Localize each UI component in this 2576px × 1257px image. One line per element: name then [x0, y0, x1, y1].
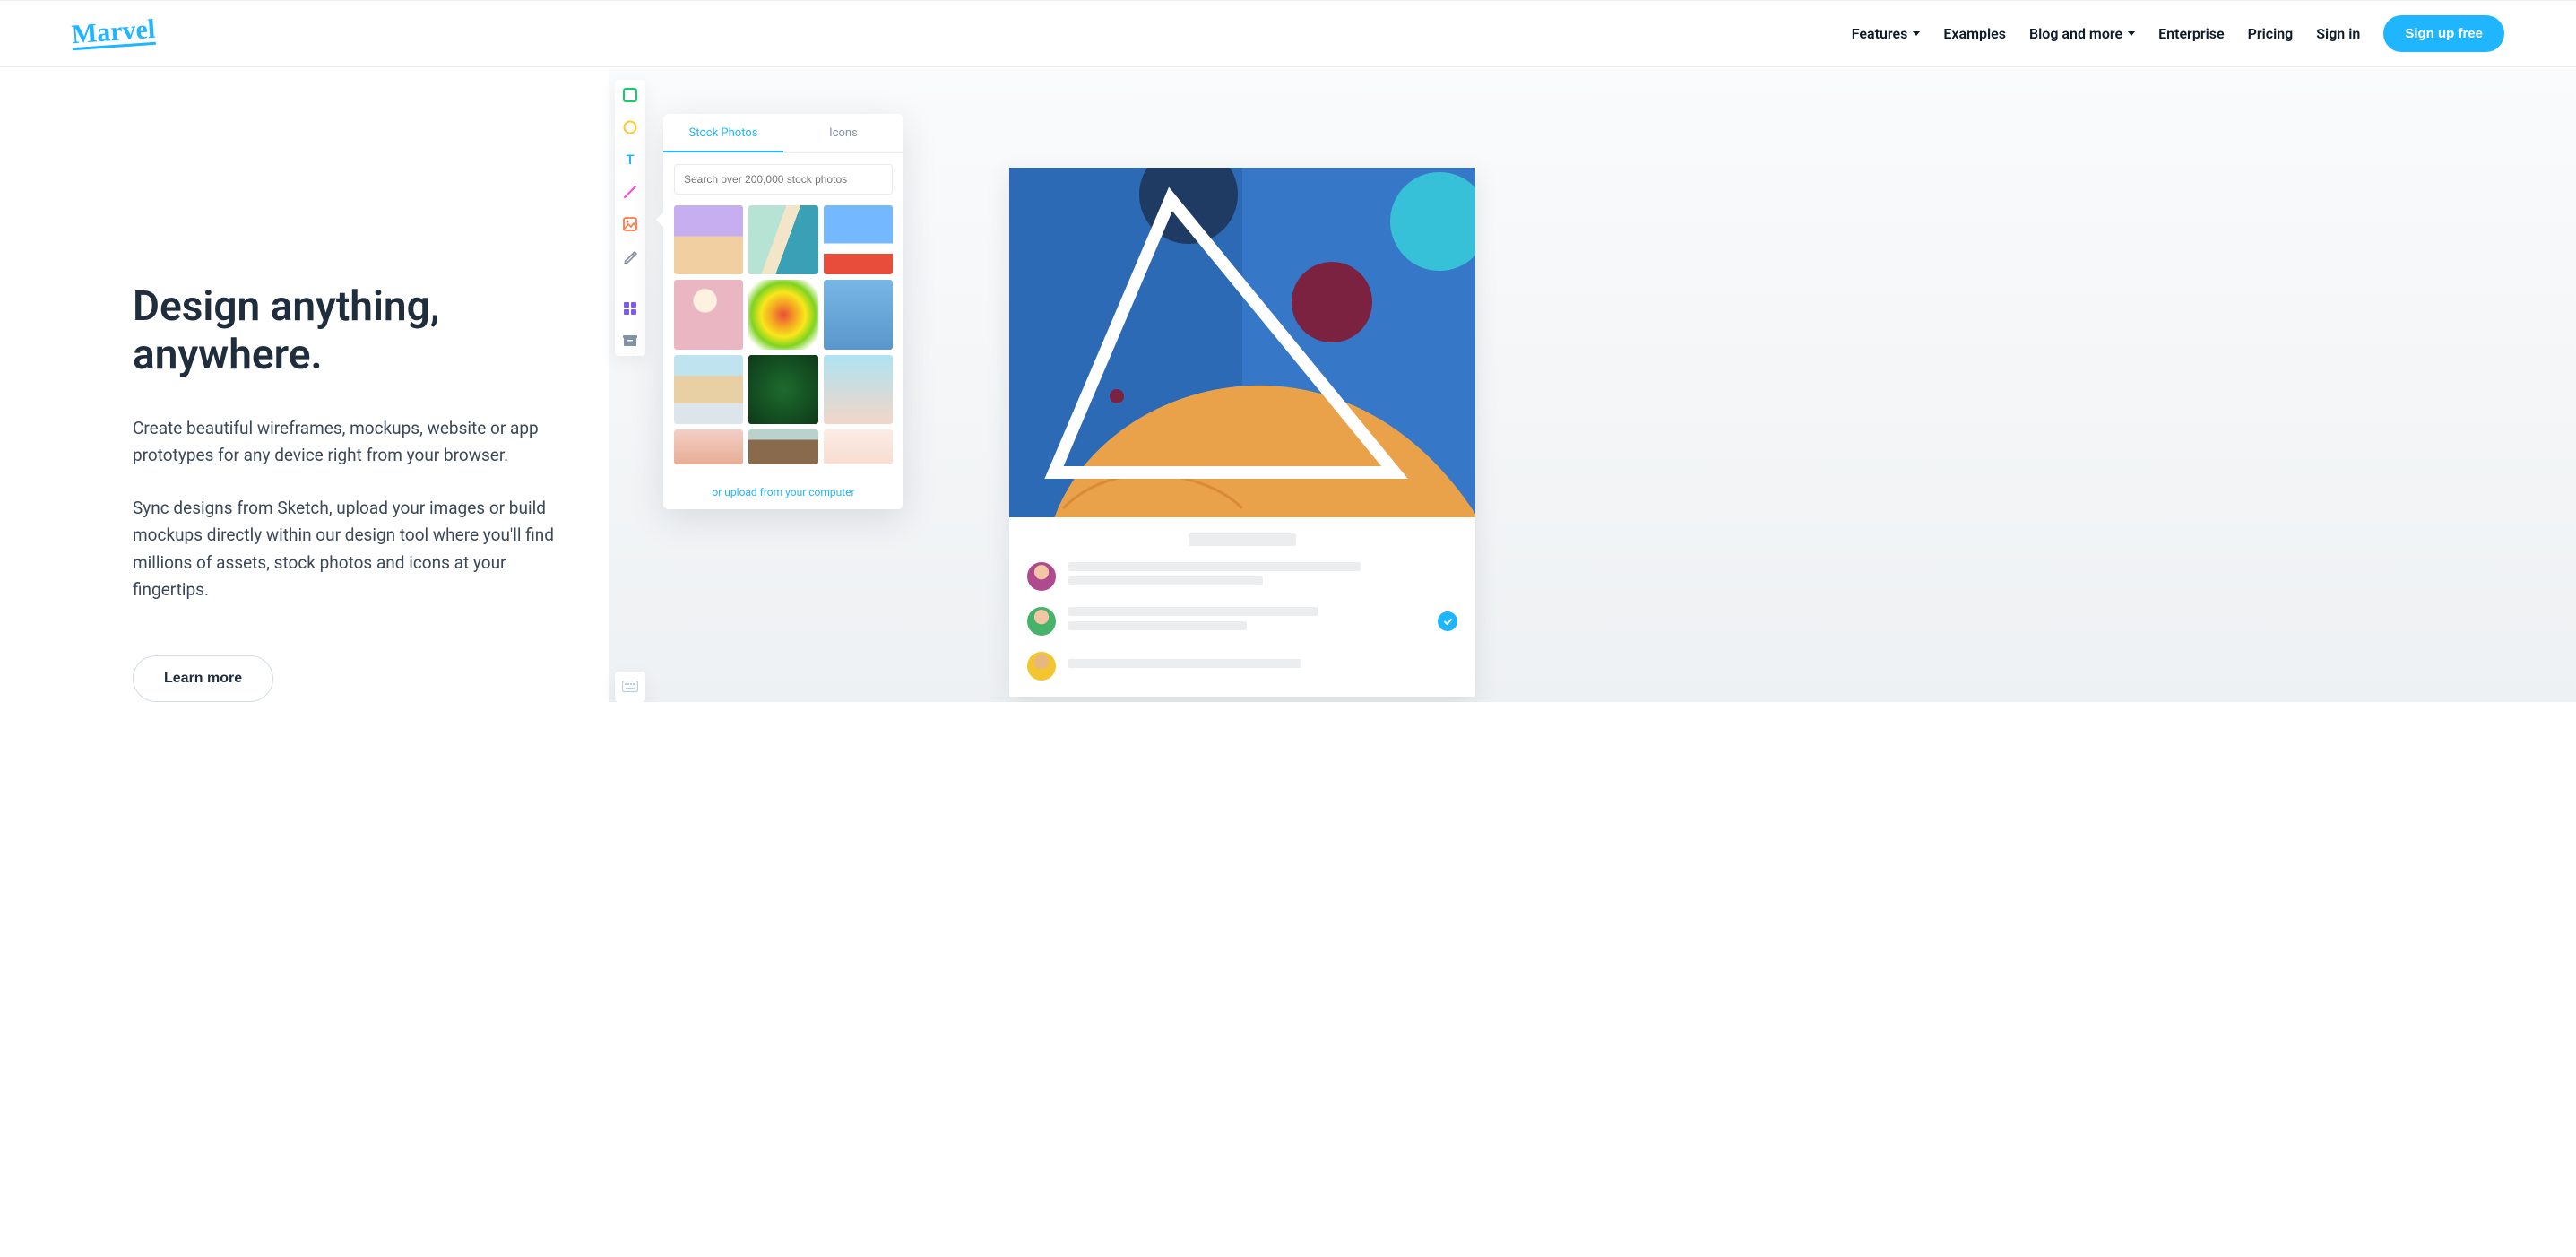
text-tool[interactable]: T — [622, 152, 638, 168]
stock-thumb[interactable] — [748, 355, 817, 424]
panel-body — [663, 153, 903, 475]
stock-thumb[interactable] — [674, 429, 743, 464]
skeleton-line — [1068, 607, 1318, 616]
skeleton-title — [1189, 533, 1296, 546]
hero-paragraph-1: Create beautiful wireframes, mockups, we… — [133, 415, 572, 470]
hero-title: Design anything, anywhere. — [133, 282, 609, 379]
components-tool[interactable] — [622, 300, 638, 316]
skeleton-lines — [1068, 659, 1457, 673]
stock-photos-panel: Stock Photos Icons — [663, 114, 903, 509]
stock-thumb[interactable] — [748, 429, 817, 464]
stock-thumb[interactable] — [824, 280, 893, 349]
stock-photo-grid — [674, 205, 893, 424]
nav-features[interactable]: Features — [1852, 25, 1921, 42]
hero-paragraph-2: Sync designs from Sketch, upload your im… — [133, 495, 572, 604]
learn-more-button[interactable]: Learn more — [133, 655, 273, 702]
hero-copy: Design anything, anywhere. Create beauti… — [0, 67, 609, 702]
image-tool[interactable] — [622, 216, 638, 232]
skeleton-lines — [1068, 607, 1425, 636]
panel-pointer — [656, 212, 663, 227]
nav-features-label: Features — [1852, 25, 1908, 42]
signup-button[interactable]: Sign up free — [2383, 15, 2504, 52]
design-preview-card — [1009, 168, 1475, 697]
upload-from-computer-link[interactable]: or upload from your computer — [663, 475, 903, 509]
pen-tool[interactable] — [622, 248, 638, 264]
hero-section: Design anything, anywhere. Create beauti… — [0, 67, 2576, 702]
list-item — [1027, 607, 1457, 636]
line-tool[interactable] — [622, 184, 638, 200]
stock-thumb[interactable] — [824, 205, 893, 274]
chevron-down-icon — [1913, 31, 1920, 36]
rectangle-tool[interactable] — [622, 87, 638, 103]
stock-thumb[interactable] — [748, 205, 817, 274]
panel-tabs: Stock Photos Icons — [663, 114, 903, 153]
check-icon — [1443, 617, 1453, 627]
skeleton-line — [1068, 562, 1361, 571]
skeleton-line — [1068, 576, 1263, 585]
pen-icon — [623, 249, 637, 264]
stock-thumb[interactable] — [748, 280, 817, 349]
skeleton-line — [1068, 659, 1301, 668]
nav-signin[interactable]: Sign in — [2316, 25, 2360, 42]
svg-text:T: T — [626, 152, 634, 167]
list-item — [1027, 652, 1457, 681]
tab-icons[interactable]: Icons — [783, 114, 903, 152]
skeleton-lines — [1068, 562, 1457, 591]
stock-thumb[interactable] — [674, 205, 743, 274]
design-preview-image — [1009, 168, 1475, 517]
rectangle-icon — [623, 88, 637, 102]
circle-icon — [623, 120, 637, 134]
avatar — [1027, 607, 1056, 636]
keyboard-shortcuts-button[interactable] — [615, 672, 645, 702]
nav-blog-label: Blog and more — [2029, 25, 2122, 42]
avatar — [1027, 562, 1056, 591]
line-icon — [623, 185, 637, 199]
design-tool-preview: T Stock Photos — [609, 69, 2576, 702]
stock-thumb[interactable] — [674, 355, 743, 424]
check-badge — [1438, 611, 1457, 631]
stock-thumb[interactable] — [674, 280, 743, 349]
design-preview-body — [1009, 517, 1475, 697]
keyboard-icon — [622, 681, 638, 693]
nav-examples[interactable]: Examples — [1943, 25, 2006, 42]
tab-stock-photos[interactable]: Stock Photos — [663, 114, 783, 152]
image-icon — [623, 217, 637, 231]
nav-enterprise[interactable]: Enterprise — [2158, 25, 2224, 42]
site-header: Marvel Features Examples Blog and more E… — [0, 0, 2576, 67]
nav-blog[interactable]: Blog and more — [2029, 25, 2135, 42]
grid-icon — [623, 301, 637, 316]
archive-icon — [623, 334, 637, 348]
main-nav: Features Examples Blog and more Enterpri… — [1852, 15, 2504, 52]
tool-strip: T — [615, 80, 645, 356]
stock-thumb[interactable] — [824, 355, 893, 424]
circle-tool[interactable] — [622, 119, 638, 135]
archive-tool[interactable] — [622, 333, 638, 349]
text-icon: T — [623, 152, 637, 167]
list-item — [1027, 562, 1457, 591]
stock-search-input[interactable] — [674, 164, 893, 195]
avatar — [1027, 652, 1056, 681]
chevron-down-icon — [2128, 31, 2135, 36]
skeleton-line — [1068, 621, 1247, 630]
nav-pricing[interactable]: Pricing — [2248, 25, 2294, 42]
mural-artwork — [1009, 168, 1475, 517]
stock-photo-grid-row — [674, 429, 893, 464]
brand-logo[interactable]: Marvel — [71, 17, 156, 50]
stock-thumb[interactable] — [824, 429, 893, 464]
